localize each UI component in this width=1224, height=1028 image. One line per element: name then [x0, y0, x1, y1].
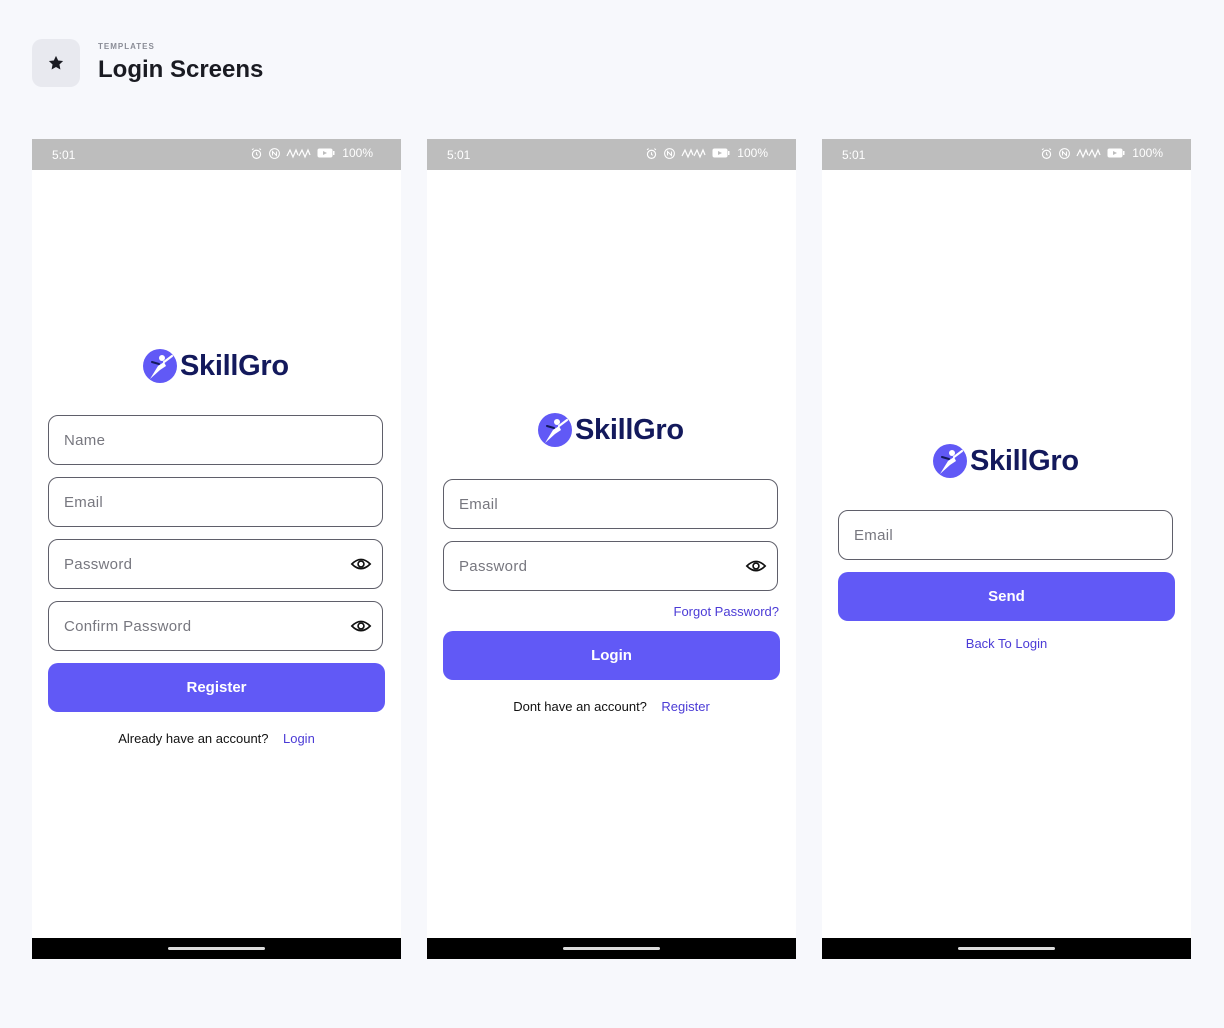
alarm-icon	[647, 147, 657, 159]
email-placeholder: Email	[64, 494, 104, 511]
star-icon	[32, 39, 80, 87]
back-to-login-link[interactable]: Back To Login	[966, 636, 1047, 651]
forgot-password-link[interactable]: Forgot Password?	[674, 604, 780, 619]
alarm-icon	[1042, 147, 1052, 159]
battery-icon	[712, 148, 730, 158]
confirm-password-placeholder: Confirm Password	[64, 618, 192, 635]
brand-name: SkillGro	[180, 349, 289, 382]
brand-name: SkillGro	[575, 413, 684, 446]
name-placeholder: Name	[64, 432, 106, 449]
battery-level: 100%	[1132, 146, 1163, 160]
home-handle[interactable]	[958, 947, 1055, 950]
battery-level: 100%	[342, 146, 373, 160]
register-prompt: Dont have an account? Register	[427, 699, 796, 714]
brand-logo: SkillGro	[142, 348, 289, 384]
alarm-icon	[252, 147, 262, 159]
battery-icon	[1107, 148, 1125, 158]
email-field[interactable]: Email	[443, 479, 778, 529]
confirm-password-field[interactable]: Confirm Password	[48, 601, 383, 651]
brand-name: SkillGro	[970, 444, 1079, 477]
brand-logo: SkillGro	[932, 443, 1079, 479]
battery-icon	[317, 148, 335, 158]
register-prompt-text: Dont have an account?	[513, 699, 647, 714]
nav-bar	[822, 938, 1191, 959]
status-bar: 5:01 100%	[32, 139, 401, 170]
home-handle[interactable]	[168, 947, 265, 950]
password-placeholder: Password	[459, 558, 528, 575]
page-title: Login Screens	[98, 56, 264, 83]
login-button[interactable]: Login	[443, 631, 780, 680]
eye-icon[interactable]	[350, 554, 372, 579]
register-button[interactable]: Register	[48, 663, 385, 712]
register-screen: 5:01 100% SkillGro Name Email Password C…	[32, 139, 401, 959]
eye-icon[interactable]	[745, 556, 767, 581]
login-prompt: Already have an account? Login	[32, 731, 401, 746]
skillgro-logo-icon	[933, 444, 967, 478]
header-eyebrow: TEMPLATES	[98, 42, 155, 51]
status-time: 5:01	[447, 148, 471, 162]
email-placeholder: Email	[459, 496, 499, 513]
email-placeholder: Email	[854, 527, 894, 544]
battery-level: 100%	[737, 146, 768, 160]
eye-icon[interactable]	[350, 616, 372, 641]
forgot-password-screen: 5:01 100% SkillGro Email Send Back To Lo…	[822, 139, 1191, 959]
nfc-icon	[1059, 147, 1071, 159]
vibrate-icon	[286, 148, 311, 159]
nfc-icon	[664, 147, 676, 159]
back-to-login-row: Back To Login	[822, 636, 1191, 651]
nav-bar	[32, 938, 401, 959]
vibrate-icon	[1076, 148, 1101, 159]
register-link[interactable]: Register	[661, 699, 709, 714]
email-field[interactable]: Email	[838, 510, 1173, 560]
email-field[interactable]: Email	[48, 477, 383, 527]
password-field[interactable]: Password	[48, 539, 383, 589]
status-time: 5:01	[52, 148, 76, 162]
home-handle[interactable]	[563, 947, 660, 950]
nav-bar	[427, 938, 796, 959]
login-prompt-text: Already have an account?	[118, 731, 269, 746]
login-link[interactable]: Login	[283, 731, 315, 746]
skillgro-logo-icon	[538, 413, 572, 447]
name-field[interactable]: Name	[48, 415, 383, 465]
nfc-icon	[269, 147, 281, 159]
status-time: 5:01	[842, 148, 866, 162]
login-screen: 5:01 100% SkillGro Email Password Forgot…	[427, 139, 796, 959]
password-field[interactable]: Password	[443, 541, 778, 591]
password-placeholder: Password	[64, 556, 133, 573]
send-button[interactable]: Send	[838, 572, 1175, 621]
skillgro-logo-icon	[143, 349, 177, 383]
brand-logo: SkillGro	[537, 412, 684, 448]
vibrate-icon	[681, 148, 706, 159]
status-bar: 5:01 100%	[822, 139, 1191, 170]
status-bar: 5:01 100%	[427, 139, 796, 170]
